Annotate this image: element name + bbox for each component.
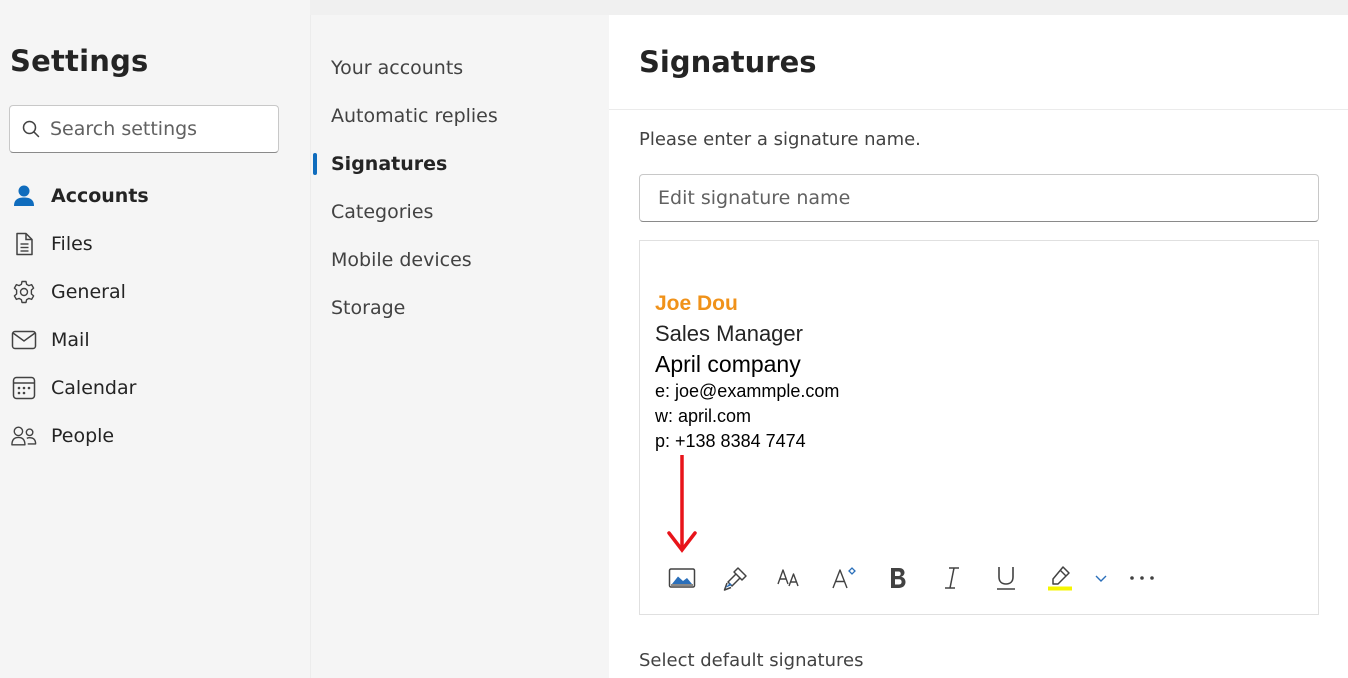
divider bbox=[609, 109, 1348, 110]
bold-button[interactable] bbox=[871, 556, 925, 600]
format-painter-icon bbox=[723, 567, 747, 591]
highlight-color-dropdown[interactable] bbox=[1087, 556, 1115, 600]
insert-image-icon bbox=[668, 568, 696, 588]
nav-item-files[interactable]: Files bbox=[0, 220, 310, 268]
chevron-down-icon bbox=[1095, 575, 1107, 582]
signature-web: w: april.com bbox=[655, 406, 752, 426]
calendar-icon bbox=[11, 375, 37, 401]
format-painter-button[interactable] bbox=[709, 556, 763, 600]
signature-company: April company bbox=[655, 351, 801, 377]
nav-item-label: Files bbox=[51, 233, 93, 255]
italic-button[interactable] bbox=[925, 556, 979, 600]
signature-email: e: joe@exammple.com bbox=[655, 381, 840, 401]
gear-icon bbox=[11, 279, 37, 305]
search-input[interactable] bbox=[50, 118, 270, 140]
subnav-item-categories[interactable]: Categories bbox=[311, 188, 610, 236]
subnav-item-your-accounts[interactable]: Your accounts bbox=[311, 44, 610, 92]
nav-item-mail[interactable]: Mail bbox=[0, 316, 310, 364]
highlight-icon bbox=[1048, 566, 1072, 591]
signature-job-title: Sales Manager bbox=[655, 321, 803, 346]
subnav-item-automatic-replies[interactable]: Automatic replies bbox=[311, 92, 610, 140]
search-icon bbox=[22, 120, 40, 138]
settings-nav-list: Accounts Files General Mail Calendar Peo… bbox=[0, 172, 310, 460]
red-arrow-annotation bbox=[667, 455, 697, 553]
accounts-subnav-pane: Your accounts Automatic replies Signatur… bbox=[310, 15, 609, 678]
signature-person-name: Joe Dou bbox=[655, 292, 738, 315]
search-box[interactable] bbox=[9, 105, 279, 153]
signatures-pane: Signatures Please enter a signature name… bbox=[609, 15, 1348, 678]
signature-phone: p: +138 8384 7474 bbox=[655, 431, 806, 451]
signature-name-prompt: Please enter a signature name. bbox=[639, 129, 921, 150]
more-options-button[interactable] bbox=[1115, 556, 1169, 600]
italic-icon bbox=[945, 567, 959, 589]
settings-title: Settings bbox=[10, 44, 149, 78]
nav-item-people[interactable]: People bbox=[0, 412, 310, 460]
signature-content[interactable]: Joe Dou Sales Manager April company e: j… bbox=[655, 289, 839, 454]
page-title: Signatures bbox=[639, 45, 817, 79]
font-size-button[interactable] bbox=[763, 556, 817, 600]
highlight-button[interactable] bbox=[1033, 556, 1087, 600]
signature-name-input[interactable] bbox=[639, 174, 1319, 222]
people-icon bbox=[11, 423, 37, 449]
nav-item-label: Accounts bbox=[51, 185, 149, 207]
settings-nav-pane: Settings Accounts bbox=[0, 0, 310, 678]
subnav-item-mobile-devices[interactable]: Mobile devices bbox=[311, 236, 610, 284]
nav-item-calendar[interactable]: Calendar bbox=[0, 364, 310, 412]
nav-item-label: General bbox=[51, 281, 126, 303]
nav-item-accounts[interactable]: Accounts bbox=[0, 172, 310, 220]
nav-item-label: People bbox=[51, 425, 115, 447]
formatting-toolbar bbox=[655, 556, 1169, 600]
nav-item-label: Mail bbox=[51, 329, 90, 351]
nav-item-general[interactable]: General bbox=[0, 268, 310, 316]
signature-editor[interactable]: Joe Dou Sales Manager April company e: j… bbox=[639, 240, 1319, 615]
font-size-icon bbox=[777, 569, 799, 587]
font-size-increase-icon bbox=[832, 567, 856, 589]
default-signatures-label: Select default signatures bbox=[639, 650, 864, 671]
bold-icon bbox=[891, 568, 906, 588]
subnav-item-storage[interactable]: Storage bbox=[311, 284, 610, 332]
increase-font-size-button[interactable] bbox=[817, 556, 871, 600]
underline-icon bbox=[997, 567, 1015, 590]
file-icon bbox=[11, 231, 37, 257]
accounts-subnav-list: Your accounts Automatic replies Signatur… bbox=[311, 44, 610, 332]
nav-item-label: Calendar bbox=[51, 377, 137, 399]
person-icon bbox=[11, 183, 37, 209]
underline-button[interactable] bbox=[979, 556, 1033, 600]
subnav-item-signatures[interactable]: Signatures bbox=[311, 140, 610, 188]
more-icon bbox=[1130, 576, 1154, 580]
mail-icon bbox=[11, 327, 37, 353]
insert-image-button[interactable] bbox=[655, 556, 709, 600]
